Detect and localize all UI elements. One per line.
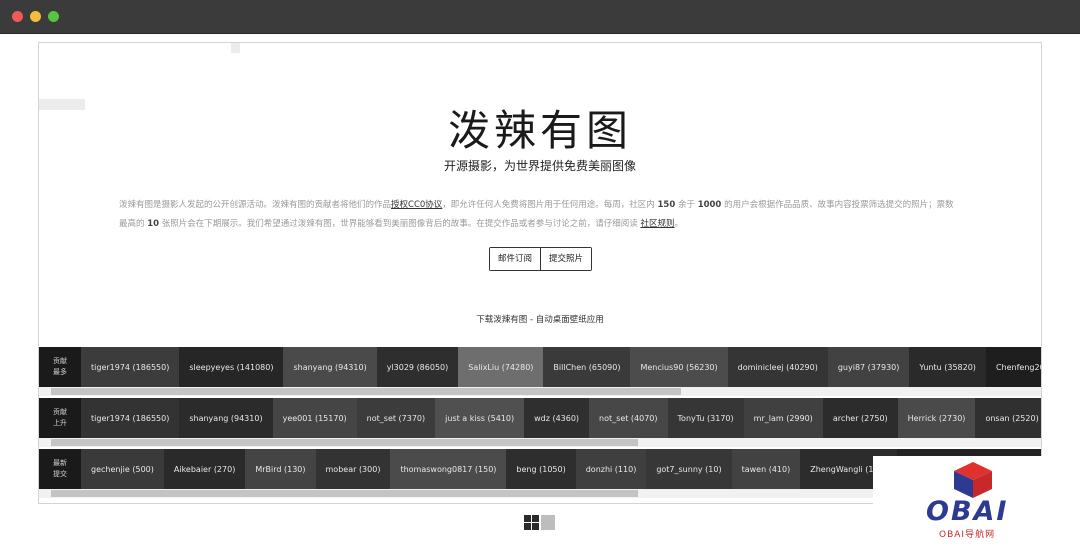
contributor-cell[interactable]: TonyTu (3170)	[667, 398, 744, 438]
intro-number: 1000	[697, 200, 722, 210]
contributor-row-most: 贡献 最多 tiger1974 (186550) sleepyeyes (141…	[39, 347, 1041, 387]
page-subtitle: 开源摄影，为世界提供免费美丽图像	[443, 159, 636, 173]
contributor-row-rising: 贡献 上升 tiger1974 (186550) shanyang (94310…	[39, 398, 1041, 438]
contributor-cell[interactable]: Mencius90 (56230)	[630, 347, 728, 387]
action-button-group: 邮件订阅 提交照片	[489, 247, 592, 271]
grid-icon	[532, 515, 539, 522]
intro-paragraph: 泼辣有图是摄影人发起的公开创源活动。泼辣有图的贡献者将他们的作品授权CC0协议，…	[119, 196, 959, 234]
contributor-cell[interactable]: tiger1974 (186550)	[81, 347, 180, 387]
contributor-cell[interactable]: Yuntu (35820)	[909, 347, 986, 387]
row-label-line: 最新	[53, 459, 67, 467]
row-label-line: 贡献	[53, 408, 67, 416]
contributor-cell[interactable]: not_set (7370)	[356, 398, 436, 438]
contributor-cell[interactable]: sleepyeyes (141080)	[179, 347, 284, 387]
contributor-cell[interactable]: just a kiss (5410)	[435, 398, 525, 438]
row-scrollbar[interactable]	[39, 387, 1041, 396]
contributor-cell[interactable]: tiger1974 (186550)	[81, 398, 180, 438]
row-label-line: 提交	[53, 470, 67, 478]
scrollbar-thumb[interactable]	[51, 439, 638, 446]
contributor-cell[interactable]: got7_sunny (10)	[646, 449, 732, 489]
contributor-cell[interactable]: mobear (300)	[315, 449, 391, 489]
contributor-cell[interactable]: shanyang (94310)	[179, 398, 273, 438]
page-title: 泼辣有图	[447, 106, 632, 155]
list-icon	[541, 515, 555, 530]
download-app-link[interactable]: 下载泼辣有图 - 自动桌面壁纸应用	[39, 313, 1041, 325]
email-subscribe-button[interactable]: 邮件订阅	[490, 248, 540, 270]
logo-subtitle: OBAI导航网	[939, 530, 996, 540]
contributor-cell[interactable]: dominicleej (40290)	[727, 347, 828, 387]
contributor-cell[interactable]: mr_lam (2990)	[743, 398, 823, 438]
intro-text: 余于	[677, 200, 695, 210]
contributor-cell[interactable]: tawen (410)	[731, 449, 801, 489]
contributor-cell[interactable]: beng (1050)	[506, 449, 576, 489]
zoom-window-button[interactable]	[48, 11, 59, 22]
contributor-cell[interactable]: not_set (4070)	[589, 398, 668, 438]
scrollbar-thumb[interactable]	[51, 490, 638, 497]
cube-icon	[954, 462, 992, 498]
scrollbar-thumb[interactable]	[51, 388, 681, 395]
contributor-list: gechenjie (500) Aikebaier (270) MrBird (…	[81, 449, 897, 489]
contributor-cell[interactable]: SalixLiu (74280)	[458, 347, 544, 387]
row-label: 贡献 上升	[39, 398, 81, 438]
row-label-line: 上升	[53, 419, 67, 427]
intro-text: ，即允许任何人免费将图片用于任何用途。每周，社区内	[442, 200, 655, 210]
contributor-cell[interactable]: gechenjie (500)	[81, 449, 164, 489]
contributor-cell[interactable]: onsan (2520)	[975, 398, 1041, 438]
contributor-cell[interactable]: shanyang (94310)	[283, 347, 377, 387]
row-scrollbar[interactable]	[39, 438, 1041, 447]
close-window-button[interactable]	[12, 11, 23, 22]
row-label: 最新 提交	[39, 449, 81, 489]
page-frame: 泼辣有图 开源摄影，为世界提供免费美丽图像 泼辣有图是摄影人发起的公开创源活动。…	[38, 42, 1042, 504]
contributor-cell[interactable]: Aikebaier (270)	[163, 449, 246, 489]
row-label-line: 最多	[53, 368, 67, 376]
grid-icon	[524, 523, 531, 530]
community-rules-link[interactable]: 社区规则	[640, 219, 674, 229]
intro-number: 150	[657, 200, 676, 210]
intro-number: 10	[147, 219, 160, 229]
contributor-list: tiger1974 (186550) sleepyeyes (141080) s…	[81, 347, 1041, 387]
cc0-license-link[interactable]: 授权CC0协议	[391, 200, 442, 210]
contributor-list: tiger1974 (186550) shanyang (94310) yee0…	[81, 398, 1041, 438]
grid-icon	[532, 523, 539, 530]
contributor-cell[interactable]: BillChen (65090)	[543, 347, 631, 387]
contributor-cell[interactable]: yl3029 (86050)	[376, 347, 459, 387]
intro-text: 。	[674, 219, 684, 229]
row-label-line: 贡献	[53, 357, 67, 365]
minimize-window-button[interactable]	[30, 11, 41, 22]
contributor-cell[interactable]: yee001 (15170)	[272, 398, 357, 438]
grid-icon	[524, 515, 531, 522]
intro-text: 张照片会在下期展示。我们希望通过泼辣有图，世界能够看到美丽图像背后的故事。在提交…	[161, 219, 638, 229]
contributor-cell[interactable]: donzhi (110)	[575, 449, 647, 489]
logo-text: OBAI	[926, 496, 1009, 527]
submit-photo-button[interactable]: 提交照片	[540, 248, 591, 270]
contributor-cell[interactable]: MrBird (130)	[245, 449, 316, 489]
contributor-cell[interactable]: archer (2750)	[822, 398, 898, 438]
contributor-cell[interactable]: Herrick (2730)	[897, 398, 976, 438]
window-titlebar	[0, 0, 1080, 34]
contributor-cell[interactable]: guyi87 (37930)	[827, 347, 910, 387]
obai-logo: OBAI OBAI导航网	[873, 456, 1080, 546]
row-label: 贡献 最多	[39, 347, 81, 387]
contributor-cell[interactable]: Chenfeng2017 (31	[985, 347, 1041, 387]
decor-block	[231, 43, 240, 53]
contributor-cell[interactable]: thomaswong0817 (150)	[390, 449, 507, 489]
intro-text: 泼辣有图是摄影人发起的公开创源活动。泼辣有图的贡献者将他们的作品	[119, 200, 392, 210]
contributor-cell[interactable]: wdz (4360)	[524, 398, 590, 438]
